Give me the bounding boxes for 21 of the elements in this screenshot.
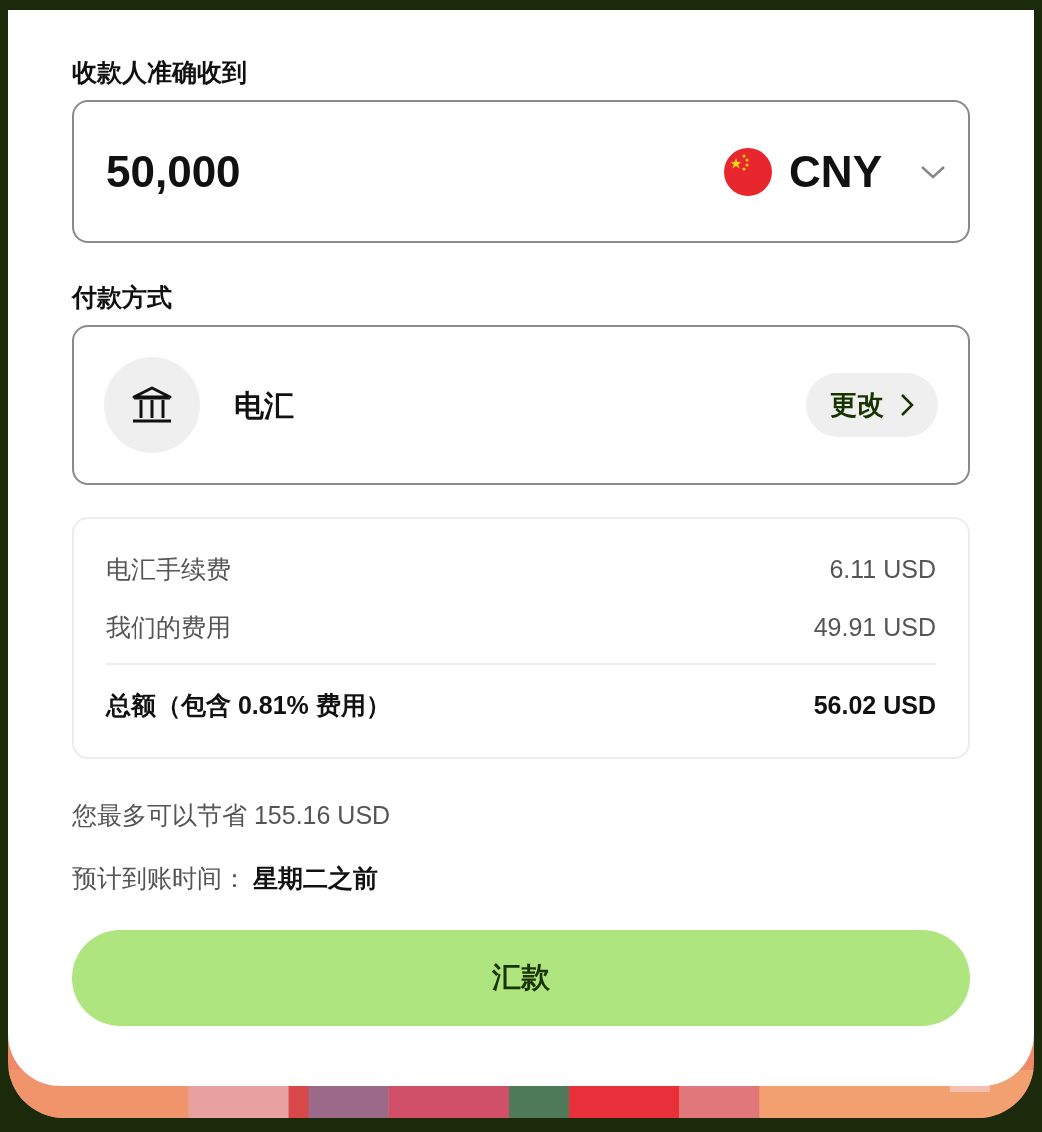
send-button[interactable]: 汇款: [72, 929, 970, 1026]
fee-label: 我们的费用: [106, 612, 231, 644]
amount-field[interactable]: 50,000 CNY: [72, 100, 970, 243]
total-value: 56.02 USD: [813, 690, 936, 721]
currency-code: CNY: [789, 145, 882, 198]
total-label: 总额（包含 0.81% 费用）: [106, 690, 391, 721]
eta-label: 预计到账时间：: [72, 863, 247, 894]
amount-value: 50,000: [106, 145, 242, 198]
payment-method-card[interactable]: 电汇 更改: [72, 325, 970, 485]
fee-label: 电汇手续费: [106, 554, 231, 586]
chevron-down-icon[interactable]: [920, 163, 946, 180]
fee-value: 49.91 USD: [813, 612, 936, 644]
eta-value: 星期二之前: [253, 863, 378, 894]
field-label: 收款人准确收到: [72, 57, 248, 88]
savings-text: 您最多可以节省 155.16 USD: [72, 799, 392, 831]
payment-method-name: 电汇: [234, 387, 295, 424]
chevron-right-icon: [900, 393, 914, 417]
change-button[interactable]: 更改: [806, 373, 938, 437]
field-label: 付款方式: [72, 282, 173, 313]
flag-icon: [723, 146, 774, 197]
fee-value: 6.11 USD: [829, 554, 936, 586]
